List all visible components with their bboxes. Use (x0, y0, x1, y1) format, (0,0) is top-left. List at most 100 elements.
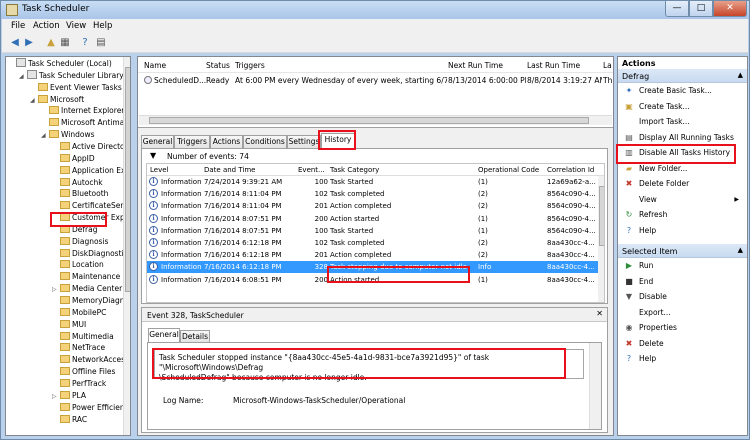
event-row[interactable]: i Information 7/16/2014 6:08:51 PM 200 Actio… (147, 274, 598, 286)
expand-arrow-icon[interactable]: ▷ (52, 391, 60, 402)
tab-settings[interactable]: Settings (287, 135, 321, 148)
maximize-button[interactable]: □ (689, 1, 713, 17)
column-header-date-time[interactable]: Date and Time (204, 166, 255, 174)
show-hide-tree-icon[interactable]: ▦ (58, 36, 72, 50)
column-header-last-result[interactable]: La (603, 61, 612, 70)
tree-node[interactable]: Autochk (52, 177, 103, 188)
column-header-correlation-id[interactable]: Correlation Id (547, 166, 594, 174)
collapse-arrow-icon[interactable]: ▲ (738, 71, 743, 79)
tree-node[interactable]: Customer Expe (52, 212, 129, 223)
event-row[interactable]: i Information 7/16/2014 8:07:51 PM 200 Actio… (147, 213, 598, 225)
tree-vertical-scrollbar[interactable] (123, 57, 130, 435)
tree-node[interactable]: ◢ Task Scheduler Library (19, 69, 124, 82)
tree-node[interactable]: Location (52, 259, 104, 270)
tree-node[interactable]: Internet Explorer (41, 105, 124, 116)
expand-arrow-icon[interactable]: ◢ (19, 71, 27, 82)
event-table-scrollbar-thumb[interactable] (599, 186, 604, 246)
event-row[interactable]: i Information 7/16/2014 6:12:18 PM 102 Task … (147, 237, 598, 249)
action-display-all-running-tasks[interactable]: ▤ Display All Running Tasks (618, 131, 747, 145)
tree-node[interactable]: Defrag (52, 224, 97, 235)
up-folder-icon[interactable]: ▲ (44, 36, 58, 50)
minimize-button[interactable]: — (665, 1, 689, 17)
action-disable-all-tasks-history[interactable]: ▥ Disable All Tasks History (618, 146, 747, 160)
event-row[interactable]: i Information 7/16/2014 8:11:04 PM 102 Task … (147, 188, 598, 200)
action-disable[interactable]: ▼ Disable (618, 290, 747, 304)
event-tab-general[interactable]: General (148, 328, 180, 342)
tab-conditions[interactable]: Conditions (243, 135, 287, 148)
event-detail-vertical-scrollbar[interactable] (589, 343, 601, 429)
tree-node[interactable]: Microsoft Antimal (41, 117, 126, 128)
menu-view[interactable]: View (66, 21, 86, 31)
tab-history[interactable]: History (321, 133, 355, 149)
collapse-arrow-icon[interactable]: ▲ (738, 246, 743, 254)
event-row[interactable]: i Information 7/16/2014 6:12:18 PM 201 Actio… (147, 249, 598, 261)
properties-icon[interactable]: ▤ (94, 36, 108, 50)
tree-node[interactable]: MemoryDiagno (52, 295, 129, 306)
tree-node[interactable]: ▷ Media Center (52, 283, 122, 294)
tab-general[interactable]: General (141, 135, 174, 148)
column-header-next-run-time[interactable]: Next Run Time (448, 61, 503, 70)
expand-arrow-icon[interactable]: ▷ (52, 284, 60, 295)
menu-file[interactable]: File (11, 21, 25, 31)
tree-node[interactable]: ◢ Microsoft (30, 94, 84, 105)
action-create-task[interactable]: ▣ Create Task... (618, 100, 747, 114)
tree-node[interactable]: CertificateServi (52, 200, 130, 211)
tree-node[interactable]: AppID (52, 153, 95, 164)
column-header-last-run-time[interactable]: Last Run Time (527, 61, 580, 70)
tree-node[interactable]: PerfTrack (52, 378, 106, 389)
tree-node[interactable]: MUI (52, 319, 86, 330)
column-header-name[interactable]: Name (144, 61, 166, 70)
tree-node[interactable]: Task Scheduler (Local) (8, 58, 112, 69)
task-list-scrollbar-thumb[interactable] (149, 117, 589, 124)
tree-scrollbar-thumb[interactable] (125, 67, 130, 292)
menu-action[interactable]: Action (33, 21, 60, 31)
event-detail-close-icon[interactable]: ✕ (596, 309, 603, 318)
event-row[interactable]: i Information 7/16/2014 8:11:04 PM 201 Actio… (147, 200, 598, 212)
task-row[interactable]: ScheduledD... Ready At 6:00 PM every Wed… (138, 74, 613, 87)
action-new-folder[interactable]: ▰ New Folder... (618, 162, 747, 176)
actions-section-selected-item[interactable]: Selected Item ▲ (618, 244, 747, 258)
action-delete[interactable]: ✖ Delete (618, 337, 747, 351)
column-header-level[interactable]: Level (150, 166, 168, 174)
event-row[interactable]: i Information 7/16/2014 6:12:18 PM 328 Task … (147, 261, 598, 274)
tree-node[interactable]: ▷ PLA (52, 390, 86, 401)
tree-node[interactable]: Event Viewer Tasks (30, 82, 122, 93)
menu-help[interactable]: Help (93, 21, 112, 31)
column-header-task-category[interactable]: Task Category (330, 166, 379, 174)
tree-node[interactable]: Offline Files (52, 366, 115, 377)
event-row[interactable]: i Information 7/16/2014 8:07:51 PM 100 Task … (147, 225, 598, 237)
action-help[interactable]: ? Help (618, 352, 747, 366)
column-header-operational-code[interactable]: Operational Code (478, 166, 539, 174)
event-tab-details[interactable]: Details (180, 330, 210, 342)
action-import-task[interactable]: Import Task... (618, 115, 747, 129)
column-header-event-id[interactable]: Event... (298, 166, 325, 174)
column-header-triggers[interactable]: Triggers (235, 61, 265, 70)
action-end[interactable]: ■ End (618, 275, 747, 289)
action-run[interactable]: ▶ Run (618, 259, 747, 273)
tree-node[interactable]: Maintenance (52, 271, 120, 282)
tab-actions[interactable]: Actions (210, 135, 243, 148)
action-help[interactable]: ? Help (618, 224, 747, 238)
tree-node[interactable]: NetworkAccess (52, 354, 129, 365)
tree-node[interactable]: Diagnosis (52, 236, 108, 247)
tree-node[interactable]: Multimedia (52, 331, 114, 342)
tree-node[interactable]: MobilePC (52, 307, 106, 318)
back-arrow-icon[interactable]: ◀ (8, 36, 22, 50)
event-row[interactable]: i Information 7/24/2014 9:39:21 AM 100 Task … (147, 176, 598, 188)
tree-node[interactable]: DiskDiagnostic (52, 248, 128, 259)
tree-node[interactable]: Bluetooth (52, 188, 108, 199)
actions-section-defrag[interactable]: Defrag ▲ (618, 69, 747, 83)
tree-node[interactable]: ◢ Windows (41, 129, 94, 140)
tree-node[interactable]: Power Efficienc (52, 402, 129, 413)
tree-node[interactable]: NetTrace (52, 342, 105, 353)
event-table-vertical-scrollbar[interactable] (598, 176, 604, 302)
column-header-status[interactable]: Status (206, 61, 230, 70)
action-properties[interactable]: ◉ Properties (618, 321, 747, 335)
action-view[interactable]: View ▶ (618, 193, 747, 207)
filter-icon[interactable]: ▼ (150, 151, 156, 160)
forward-arrow-icon[interactable]: ▶ (22, 36, 36, 50)
tree-node[interactable]: Active Director (52, 141, 128, 152)
task-list-horizontal-scrollbar[interactable] (139, 115, 612, 125)
tree-node[interactable]: RAC (52, 414, 87, 425)
close-button[interactable]: ✕ (713, 1, 747, 17)
